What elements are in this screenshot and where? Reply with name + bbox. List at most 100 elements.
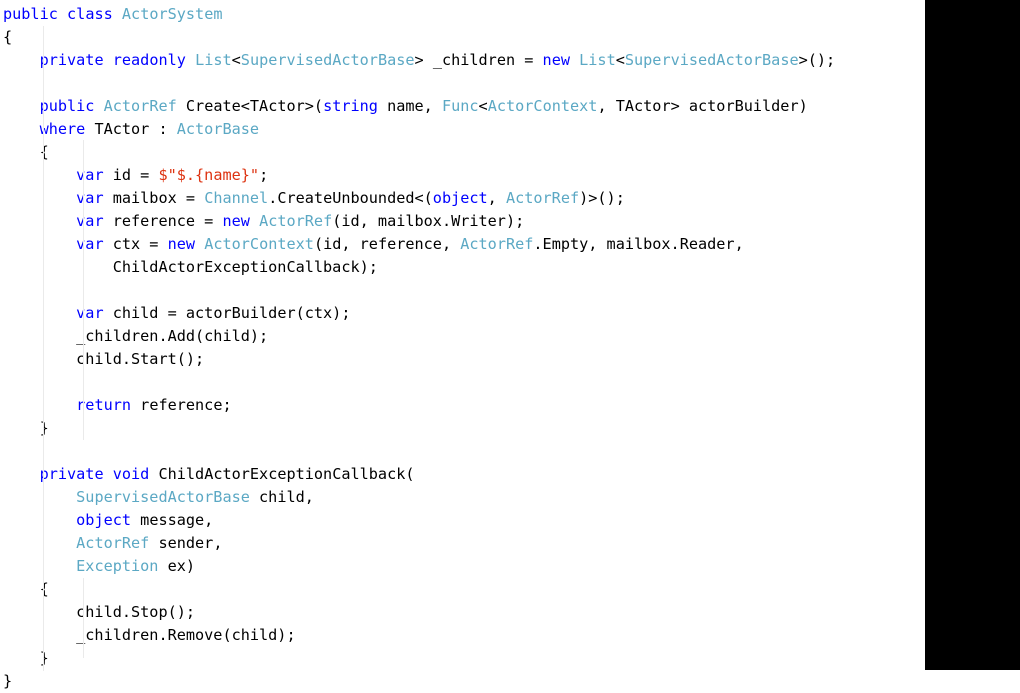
code-line[interactable]: public class ActorSystem (3, 3, 1020, 26)
code-token-pln (3, 534, 76, 552)
code-token-pln: } (3, 419, 49, 437)
code-line[interactable]: } (3, 647, 1020, 670)
code-line[interactable]: var ctx = new ActorContext(id, reference… (3, 233, 1020, 256)
code-token-pln (186, 51, 195, 69)
code-token-kw: void (112, 465, 150, 483)
code-line[interactable]: child.Stop(); (3, 601, 1020, 624)
code-token-pln (570, 51, 579, 69)
code-token-pln: , TActor> actorBuilder) (597, 97, 808, 115)
code-token-pln: child, (249, 488, 314, 506)
code-token-pln: reference = (103, 212, 223, 230)
code-line[interactable] (3, 440, 1020, 463)
code-token-kw: new (167, 235, 196, 253)
code-token-kw: var (76, 304, 104, 322)
code-line[interactable]: child.Start(); (3, 348, 1020, 371)
code-token-type: List (579, 51, 616, 69)
code-line[interactable]: Exception ex) (3, 555, 1020, 578)
code-line[interactable]: object message, (3, 509, 1020, 532)
code-line[interactable]: public ActorRef Create<TActor>(string na… (3, 95, 1020, 118)
code-token-pln: , (487, 189, 506, 207)
code-line[interactable]: private void ChildActorExceptionCallback… (3, 463, 1020, 486)
code-token-pln: child.Stop(); (3, 603, 196, 621)
code-token-pln: { (3, 28, 13, 46)
code-token-pln: child = actorBuilder(ctx); (103, 304, 351, 322)
code-line[interactable]: { (3, 26, 1020, 49)
code-editor-surface[interactable]: public class ActorSystem { private readon… (0, 0, 1020, 693)
code-line[interactable]: SupervisedActorBase child, (3, 486, 1020, 509)
code-token-pln: TActor : (85, 120, 177, 138)
code-token-type: ActorContext (204, 235, 314, 253)
code-token-str: $"$.{name}" (158, 166, 260, 184)
code-token-kw: public (39, 97, 95, 115)
code-token-pln: ctx = (103, 235, 168, 253)
code-token-pln (3, 235, 76, 253)
code-token-pln: ; (259, 166, 269, 184)
code-line[interactable] (3, 279, 1020, 302)
code-token-type: SupervisedActorBase (76, 488, 250, 506)
code-token-kw: return (76, 396, 132, 414)
code-line[interactable]: private readonly List<SupervisedActorBas… (3, 49, 1020, 72)
code-token-pln (3, 511, 76, 529)
code-token-type: ActorContext (487, 97, 598, 115)
code-token-pln (104, 465, 113, 483)
code-token-kw: where (39, 120, 86, 138)
code-token-type: Exception (76, 557, 159, 575)
code-token-pln: name, (377, 97, 442, 115)
code-token-pln: (id, mailbox.Writer); (332, 212, 525, 230)
code-line[interactable]: { (3, 141, 1020, 164)
code-token-pln: } (3, 672, 13, 690)
code-line[interactable]: } (3, 670, 1020, 693)
code-line[interactable]: ChildActorExceptionCallback); (3, 256, 1020, 279)
code-line[interactable]: var child = actorBuilder(ctx); (3, 302, 1020, 325)
code-line[interactable] (3, 72, 1020, 95)
code-token-pln: )>(); (579, 189, 625, 207)
code-lines-container[interactable]: public class ActorSystem { private readon… (3, 3, 1020, 693)
code-line[interactable]: } (3, 417, 1020, 440)
code-token-type: SupervisedActorBase (240, 51, 415, 69)
code-token-pln: .CreateUnbounded<( (268, 189, 433, 207)
code-token-pln (3, 51, 40, 69)
code-token-kw: new (222, 212, 250, 230)
indent-guide (83, 578, 84, 658)
code-token-pln: ChildActorExceptionCallback( (149, 465, 415, 483)
code-token-pln: { (3, 143, 49, 161)
code-token-pln: id = (103, 166, 159, 184)
code-token-type: ActorSystem (121, 5, 223, 23)
code-line[interactable]: var reference = new ActorRef(id, mailbox… (3, 210, 1020, 233)
indent-guide (83, 300, 84, 440)
code-line[interactable]: return reference; (3, 394, 1020, 417)
code-line[interactable]: _children.Remove(child); (3, 624, 1020, 647)
code-token-type: Channel (204, 189, 269, 207)
code-token-pln (3, 189, 76, 207)
code-token-pln: ex) (158, 557, 196, 575)
code-line[interactable]: { (3, 578, 1020, 601)
code-token-pln (58, 5, 67, 23)
indent-guide (83, 140, 84, 300)
code-line[interactable]: var id = $"$.{name}"; (3, 164, 1020, 187)
code-token-pln (250, 212, 259, 230)
code-token-kw: var (76, 189, 104, 207)
code-token-pln: { (3, 580, 49, 598)
code-token-pln: ChildActorExceptionCallback); (3, 258, 378, 276)
code-line[interactable]: var mailbox = Channel.CreateUnbounded<(o… (3, 187, 1020, 210)
code-token-pln: < (231, 51, 241, 69)
code-token-pln: child.Start(); (3, 350, 205, 368)
code-line[interactable]: _children.Add(child); (3, 325, 1020, 348)
code-token-kw: readonly (112, 51, 186, 69)
code-token-type: ActorRef (505, 189, 580, 207)
code-token-pln: >(); (798, 51, 836, 69)
code-line[interactable]: where TActor : ActorBase (3, 118, 1020, 141)
code-token-kw: object (76, 511, 132, 529)
code-token-pln (3, 488, 76, 506)
code-token-type: ActorRef (460, 235, 534, 253)
code-token-type: ActorBase (176, 120, 260, 138)
code-token-type: Func (441, 97, 479, 115)
code-token-kw: class (67, 5, 113, 23)
code-line[interactable] (3, 371, 1020, 394)
code-token-type: SupervisedActorBase (624, 51, 799, 69)
code-token-pln: message, (131, 511, 214, 529)
screen-root: public class ActorSystem { private readon… (0, 0, 1020, 693)
code-token-pln: < (615, 51, 625, 69)
code-token-pln: < (478, 97, 488, 115)
code-line[interactable]: ActorRef sender, (3, 532, 1020, 555)
